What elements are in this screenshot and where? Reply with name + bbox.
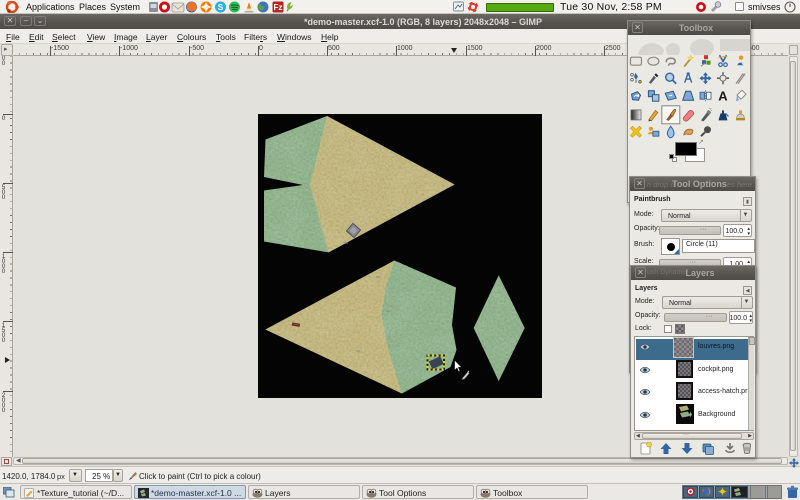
svg-text:Fz: Fz bbox=[274, 3, 283, 12]
svg-text:A: A bbox=[718, 89, 728, 104]
svg-text:S: S bbox=[218, 2, 224, 12]
